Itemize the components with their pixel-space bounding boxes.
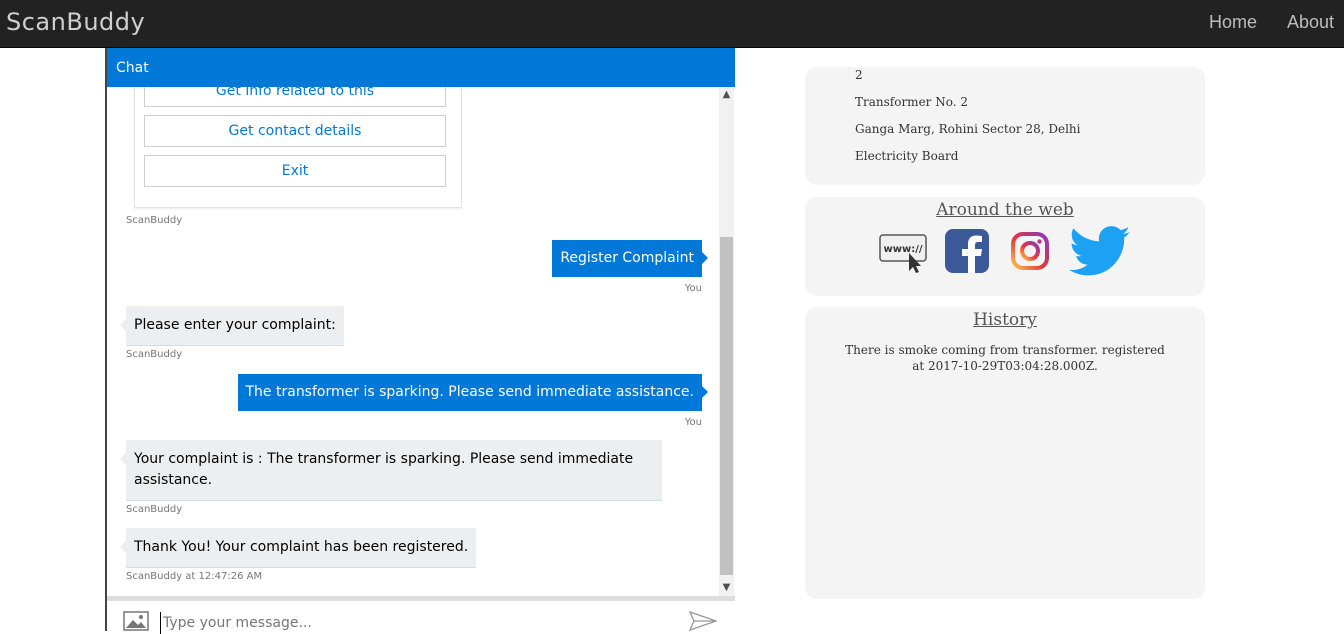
bot-message: Thank You! Your complaint has been regis… <box>119 528 477 568</box>
message-meta: You <box>684 283 702 294</box>
chat-input-bar <box>107 596 735 634</box>
info-authority: Electricity Board <box>855 149 959 163</box>
message-meta: You <box>684 417 702 428</box>
around-the-web-title: Around the web <box>936 200 1074 220</box>
bot-message: Please enter your complaint: <box>120 306 344 346</box>
around-the-web-panel: Around the web www:// <box>805 197 1205 296</box>
transformer-info-panel: 2 Transformer No. 2 Ganga Marg, Rohini S… <box>805 67 1205 185</box>
info-name: Transformer No. 2 <box>855 95 968 109</box>
nav-home-link[interactable]: Home <box>1209 12 1257 33</box>
scroll-thumb[interactable] <box>720 237 733 575</box>
history-title: History <box>973 310 1037 330</box>
nav-about-link[interactable]: About <box>1287 12 1334 33</box>
scroll-up-icon[interactable]: ▲ <box>719 87 734 103</box>
scroll-down-icon[interactable]: ▼ <box>719 580 734 596</box>
message-meta: ScanBuddy <box>126 504 183 515</box>
bot-message: Your complaint is : The transformer is s… <box>120 440 662 501</box>
user-message: Register Complaint <box>552 240 708 277</box>
user-message: The transformer is sparking. Please send… <box>237 374 708 411</box>
get-info-button[interactable]: Get info related to this <box>144 87 446 107</box>
navbar: ScanBuddy Home About <box>0 0 1344 48</box>
info-address: Ganga Marg, Rohini Sector 28, Delhi <box>855 122 1081 136</box>
instagram-icon[interactable] <box>1010 231 1050 271</box>
svg-text:www://: www:// <box>883 244 922 255</box>
chat-scrollbar[interactable]: ▲ ▼ <box>719 87 734 596</box>
image-icon[interactable] <box>123 611 149 631</box>
action-card: Get info related to this Get contact det… <box>134 87 462 208</box>
message-meta: ScanBuddy <box>126 349 183 360</box>
brand-logo[interactable]: ScanBuddy <box>6 8 145 36</box>
exit-button[interactable]: Exit <box>144 155 446 187</box>
history-entry: There is smoke coming from transformer. … <box>845 343 1165 373</box>
twitter-icon[interactable] <box>1068 225 1132 279</box>
message-meta: ScanBuddy at 12:47:26 AM <box>126 571 263 582</box>
chat-history[interactable]: Get info related to this Get contact det… <box>107 87 735 595</box>
info-id: 2 <box>855 68 863 82</box>
history-panel: History There is smoke coming from trans… <box>805 307 1205 599</box>
get-contact-button[interactable]: Get contact details <box>144 115 446 147</box>
send-icon[interactable] <box>689 611 717 631</box>
website-icon[interactable]: www:// <box>879 229 929 273</box>
chat-widget: Chat Get info related to this Get contac… <box>105 48 735 634</box>
facebook-icon[interactable] <box>945 229 989 273</box>
message-meta: ScanBuddy <box>126 215 183 226</box>
chat-header-title: Chat <box>107 48 735 87</box>
